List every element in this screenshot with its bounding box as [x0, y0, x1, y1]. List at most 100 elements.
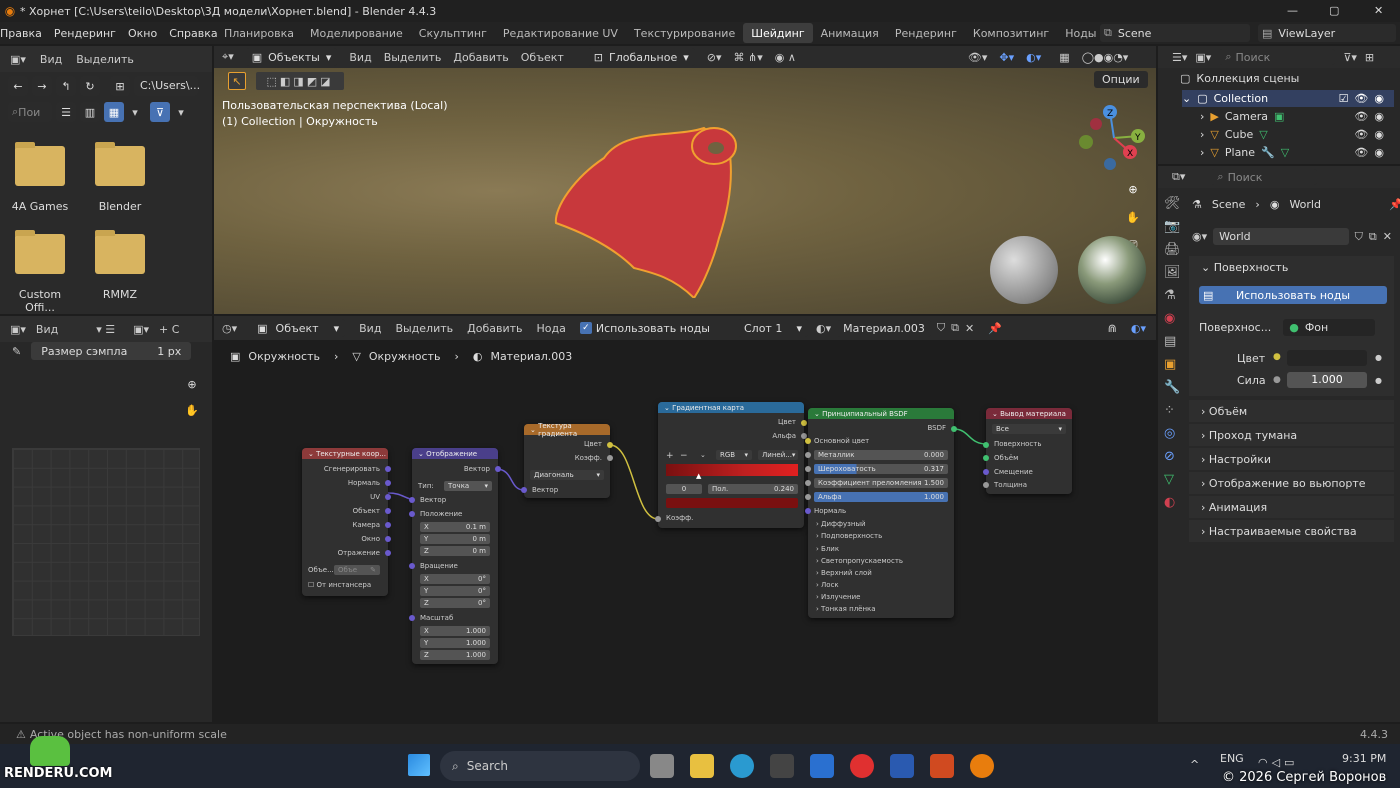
tab-texture-paint[interactable]: Текстурирование [626, 23, 743, 43]
overlay-icon[interactable]: ◐▾ [1026, 51, 1041, 64]
use-nodes-button[interactable]: ▤ Использовать ноды [1199, 286, 1387, 304]
rot-z-field[interactable]: Z 0° [420, 598, 490, 608]
node-principled-bsdf[interactable]: ⌄ Принципиальный BSDF BSDF Основной цвет… [805, 408, 957, 618]
ie-dropdown-icon[interactable]: ▾ ☰ [96, 323, 115, 336]
outliner-item-plane[interactable]: › ▽ Plane 🔧 ▽ 👁◉ [1200, 144, 1394, 161]
socket-input[interactable] [983, 482, 989, 488]
socket-input[interactable] [409, 497, 415, 503]
image-canvas-grid[interactable] [12, 448, 200, 636]
edge-browser-icon[interactable] [730, 754, 754, 778]
chevron-down-icon[interactable]: ▾ [128, 106, 142, 119]
scene-tab-icon[interactable]: ⚗ [1164, 288, 1181, 303]
menu-edit[interactable]: Правка [0, 27, 48, 40]
socket-output[interactable] [801, 420, 807, 426]
socket-output[interactable] [607, 455, 613, 461]
expand-chevron-icon[interactable]: › [1200, 110, 1204, 123]
socket-output[interactable] [385, 466, 391, 472]
socket-input[interactable] [983, 442, 989, 448]
new-collection-icon[interactable]: ⊞ [1365, 51, 1374, 64]
panel-transmission[interactable]: › Светопропускаемость [816, 557, 903, 565]
tray-chevron-icon[interactable]: ^ [1190, 758, 1199, 771]
tab-sculpting[interactable]: Скульптинг [411, 23, 495, 43]
roughness-field[interactable]: Шероховатость 0.317 [814, 464, 948, 474]
expand-chevron-icon[interactable]: › [1200, 128, 1204, 141]
socket-input[interactable] [805, 494, 811, 500]
world-name-field[interactable]: World [1213, 228, 1349, 245]
rot-y-field[interactable]: Y 0° [420, 586, 490, 596]
scene-selector[interactable]: ⧉ Scene [1100, 24, 1250, 42]
outliner-scene-collection[interactable]: ▢ Коллекция сцены [1180, 72, 1299, 85]
collection-tab-icon[interactable]: ▤ [1164, 334, 1181, 349]
add-stop-button[interactable]: + [666, 451, 674, 461]
outliner-item-collection[interactable]: ⌄ ▢ Collection ☑👁◉ [1182, 90, 1394, 107]
file-explorer-icon[interactable] [690, 754, 714, 778]
outliner-item-camera[interactable]: › ▶ Camera ▣ 👁◉ [1200, 108, 1394, 125]
socket-input[interactable] [805, 508, 811, 514]
word-icon[interactable] [890, 754, 914, 778]
ramp-gradient-bar[interactable] [666, 464, 798, 476]
gradient-type-dropdown[interactable]: Диагональ ▾ [530, 470, 604, 480]
tool-tab-icon[interactable]: 🛠 [1164, 196, 1181, 211]
section-mist-pass[interactable]: › Проход тумана [1189, 424, 1394, 446]
socket-input[interactable] [655, 516, 661, 522]
section-animation[interactable]: › Анимация [1189, 496, 1394, 518]
start-windows-icon[interactable] [408, 754, 430, 776]
metallic-field[interactable]: Металлик 0.000 [814, 450, 948, 460]
ie-menu-view[interactable]: Вид [36, 323, 58, 336]
outliner-search-input[interactable]: ⌕ Поиск [1219, 49, 1336, 65]
socket-output[interactable] [495, 466, 501, 472]
render-tab-icon[interactable]: 📷 [1164, 219, 1181, 234]
viewport-canvas[interactable]: ↖ ⬚◧◨◩◪ Пользовательская перспектива (Lo… [214, 68, 1156, 314]
visibility-icon[interactable]: 👁▾ [968, 51, 988, 64]
filter-icon[interactable]: ⊽ [150, 102, 170, 122]
tab-compositing[interactable]: Композитинг [965, 23, 1057, 43]
node-collapse-icon[interactable]: ⌄ [530, 426, 538, 434]
tab-animation[interactable]: Анимация [813, 23, 887, 43]
loc-x-field[interactable]: X 0.1 m [420, 522, 490, 532]
socket-input[interactable] [409, 563, 415, 569]
surface-shader-field[interactable]: ● Фон [1283, 319, 1376, 336]
maximize-button[interactable]: ▢ [1329, 4, 1339, 17]
fb-search-input[interactable]: ⌕ Пои [8, 102, 52, 122]
image-editor-type-icon[interactable]: ▣▾ [10, 323, 26, 336]
mapping-type-dropdown[interactable]: Точка ▾ [444, 481, 492, 491]
color-mode-dropdown[interactable]: RGB ▾ [716, 450, 752, 460]
duplicate-world-icon[interactable]: ⧉ [1369, 230, 1377, 244]
menu-render[interactable]: Рендеринг [48, 27, 122, 40]
path-field[interactable]: C:\Users\... [134, 76, 200, 96]
tab-rendering[interactable]: Рендеринг [887, 23, 965, 43]
socket-output[interactable] [385, 536, 391, 542]
scale-x-field[interactable]: X 1.000 [420, 626, 490, 636]
unlink-world-icon[interactable]: ✕ [1383, 230, 1392, 243]
eye-camera-icon[interactable]: 👁◉ [1354, 110, 1390, 123]
menu-window[interactable]: Окно [122, 27, 163, 40]
socket-input[interactable] [805, 438, 811, 444]
node-gradient-texture[interactable]: ⌄ Текстура градиента Цвет Коэфф. Диагона… [521, 422, 613, 498]
socket-input[interactable] [409, 615, 415, 621]
from-instancer-checkbox[interactable]: ☐ От инстансера [308, 581, 371, 589]
new-folder-icon[interactable]: ⊞ [110, 76, 130, 96]
outliner-type-icon[interactable]: ☰▾ [1172, 51, 1187, 64]
node-header[interactable]: ⌄ Градиентная карта [658, 402, 804, 413]
parent-dir-icon[interactable]: ↰ [56, 76, 76, 96]
color-swatch-field[interactable] [1287, 350, 1367, 366]
menu-help[interactable]: Справка [163, 27, 223, 40]
refresh-icon[interactable]: ↻ [80, 76, 100, 96]
node-collapse-icon[interactable]: ⌄ [308, 450, 316, 458]
pan-hand-icon[interactable]: ✋ [182, 400, 202, 420]
expand-chevron-icon[interactable]: › [1200, 146, 1204, 159]
scale-z-field[interactable]: Z 1.000 [420, 650, 490, 660]
node-collapse-icon[interactable]: ⌄ [418, 450, 426, 458]
xray-icon[interactable]: ▦ [1059, 51, 1069, 64]
panel-emission[interactable]: › Излучение [816, 593, 860, 601]
app-blue-icon[interactable] [810, 754, 834, 778]
node-header[interactable]: ⌄ Текстура градиента [524, 422, 610, 438]
proportional-edit-icon[interactable]: ◉ ∧ [775, 51, 796, 64]
socket-output[interactable] [385, 550, 391, 556]
section-volume[interactable]: › Объём [1189, 400, 1394, 422]
store-icon[interactable] [770, 754, 794, 778]
pivot-icon[interactable]: ⊘▾ [707, 51, 722, 64]
vp-menu-view[interactable]: Вид [349, 51, 371, 64]
loc-y-field[interactable]: Y 0 m [420, 534, 490, 544]
navigation-gizmo[interactable]: Y Z X [1074, 98, 1154, 178]
